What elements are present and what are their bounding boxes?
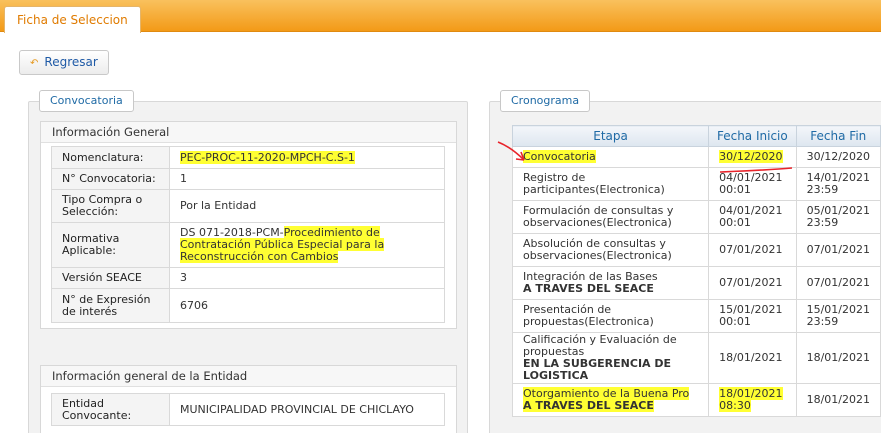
convocatoria-panel-title: Convocatoria (39, 90, 134, 112)
back-arrow-icon: ↶ (30, 58, 39, 69)
expresion-interes-label: N° de Expresión de interés (51, 288, 170, 323)
fin-cell: 07/01/2021 (795, 266, 881, 300)
table-row: Nomenclatura: PEC-PROC-11-2020-MPCH-C.S-… (51, 146, 445, 169)
inicio-cell: 15/01/2021 00:01 (708, 299, 797, 333)
nomenclatura-value: PEC-PROC-11-2020-MPCH-C.S-1 (180, 150, 355, 164)
informacion-entidad-table: Entidad Convocante: MUNICIPALIDAD PROVIN… (51, 393, 445, 426)
table-row: Presentación de propuestas(Electronica) … (511, 299, 881, 333)
version-seace-value: 3 (169, 267, 445, 289)
fin-cell: 18/01/2021 (795, 332, 881, 384)
red-annotation-arrow-icon (497, 141, 793, 173)
fin-time: 23:59 (806, 183, 839, 196)
table-row: Normativa Aplicable: DS 071-2018-PCM-Pro… (51, 222, 445, 268)
table-row: N° Convocatoria: 1 (51, 168, 445, 190)
back-button-label: Regresar (44, 55, 98, 69)
informacion-general-heading: Información General (41, 122, 456, 143)
etapa-cell: Integración de las Bases A TRAVES DEL SEA… (511, 266, 710, 300)
fin-cell: 07/01/2021 (795, 233, 881, 267)
etapa-cell: Absolución de consultas y observaciones(… (511, 233, 710, 267)
normativa-label: Normativa Aplicable: (51, 222, 170, 268)
tipo-compra-value: Por la Entidad (169, 189, 445, 223)
convocatoria-number-value: 1 (169, 168, 445, 190)
entidad-convocante-value: MUNICIPALIDAD PROVINCIAL DE CHICLAYO (169, 393, 445, 426)
table-row: Versión SEACE 3 (51, 267, 445, 289)
tipo-compra-label: Tipo Compra o Selección: (51, 189, 170, 223)
inicio-cell: 07/01/2021 (708, 266, 797, 300)
fin-time: 23:59 (806, 315, 839, 328)
fin-cell: 15/01/2021 23:59 (795, 299, 881, 333)
expresion-interes-value: 6706 (169, 288, 445, 323)
inicio-time: 08:30 (719, 399, 751, 412)
table-row: Integración de las Bases A TRAVES DEL SEA… (511, 266, 881, 300)
etapa-modality: A TRAVES DEL SEACE (523, 282, 654, 295)
back-button[interactable]: ↶ Regresar (19, 50, 109, 75)
etapa-cell: Formulación de consultas y observaciones… (511, 200, 710, 234)
inicio-time: 00:01 (719, 315, 751, 328)
inicio-cell: 18/01/2021 08:30 (708, 383, 797, 417)
entidad-convocante-label: Entidad Convocante: (51, 393, 170, 426)
inicio-cell: 07/01/2021 (708, 233, 797, 267)
normativa-cell: DS 071-2018-PCM-Procedimiento de Contrat… (169, 222, 445, 268)
table-row: N° de Expresión de interés 6706 (51, 288, 445, 323)
inicio-time: 00:01 (719, 216, 751, 229)
version-seace-label: Versión SEACE (51, 267, 170, 289)
tab-ficha-de-seleccion[interactable]: Ficha de Seleccion (4, 6, 141, 33)
table-row: Formulación de consultas y observaciones… (511, 200, 881, 234)
fin-cell: 18/01/2021 (795, 383, 881, 417)
fin-cell: 30/12/2020 (795, 146, 881, 168)
top-tab-bar: Ficha de Seleccion (0, 0, 881, 33)
fin-time: 23:59 (806, 216, 839, 229)
table-row: Entidad Convocante: MUNICIPALIDAD PROVIN… (51, 393, 445, 426)
etapa-text: Calificación y Evaluación de propuestas (523, 333, 677, 358)
convocatoria-number-label: N° Convocatoria: (51, 168, 170, 190)
fecha-fin-header[interactable]: Fecha Fin (795, 125, 881, 147)
inicio-cell: 04/01/2021 00:01 (708, 200, 797, 234)
table-row: Tipo Compra o Selección: Por la Entidad (51, 189, 445, 223)
inicio-cell: 18/01/2021 (708, 332, 797, 384)
table-row: Calificación y Evaluación de propuestas E… (511, 332, 881, 384)
etapa-cell: Otorgamiento de la Buena Pro A TRAVES DEL… (511, 383, 710, 417)
etapa-cell: Presentación de propuestas(Electronica) (511, 299, 710, 333)
etapa-cell: Calificación y Evaluación de propuestas E… (511, 332, 710, 384)
fin-cell: 05/01/2021 23:59 (795, 200, 881, 234)
cronograma-panel-title: Cronograma (500, 90, 591, 112)
etapa-modality: EN LA SUBGERENCIA DE LOGISTICA (523, 357, 672, 382)
informacion-general-table: Nomenclatura: PEC-PROC-11-2020-MPCH-C.S-… (51, 146, 445, 323)
fin-cell: 14/01/2021 23:59 (795, 167, 881, 201)
inicio-time: 00:01 (719, 183, 751, 196)
table-row: Otorgamiento de la Buena Pro A TRAVES DEL… (511, 383, 881, 417)
etapa-modality: A TRAVES DEL SEACE (523, 399, 654, 412)
nomenclatura-cell: PEC-PROC-11-2020-MPCH-C.S-1 (169, 146, 445, 169)
table-row: Absolución de consultas y observaciones(… (511, 233, 881, 267)
nomenclatura-label: Nomenclatura: (51, 146, 170, 169)
informacion-entidad-heading: Información general de la Entidad (41, 366, 456, 387)
